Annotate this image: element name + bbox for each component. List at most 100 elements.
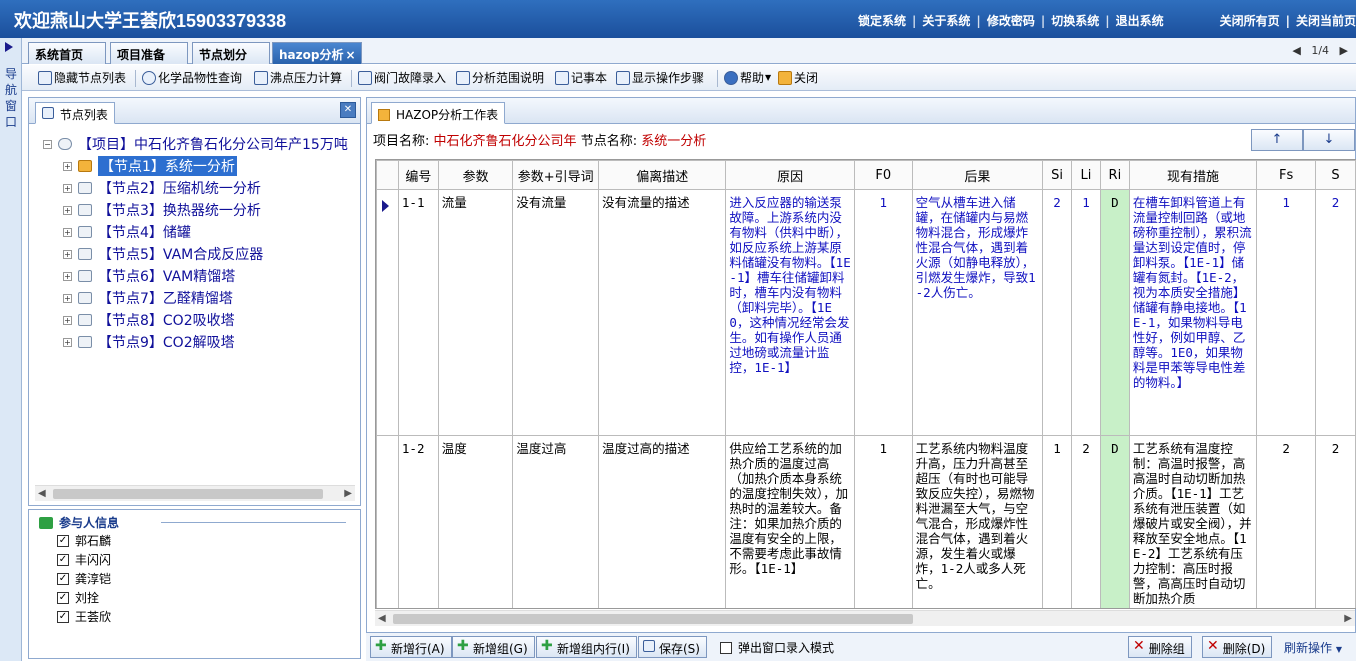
- refresh-menu[interactable]: 刷新操作 ▼: [1284, 639, 1342, 656]
- close-toolbar-button[interactable]: 关闭: [778, 69, 818, 86]
- column-header[interactable]: Si: [1042, 160, 1072, 190]
- row-indicator[interactable]: [376, 189, 399, 436]
- expand-icon[interactable]: +: [63, 271, 72, 281]
- chemical-lookup-button[interactable]: 化学品物性查询: [142, 69, 242, 86]
- save-button[interactable]: 保存(S): [638, 636, 707, 658]
- tab-node-list[interactable]: 节点列表: [35, 102, 115, 124]
- participant-item[interactable]: ✓ 丰闪闪: [57, 551, 111, 568]
- move-down-button[interactable]: ↓: [1303, 129, 1355, 151]
- delete-group-button[interactable]: ✕ 删除组: [1128, 636, 1192, 658]
- cell-desc[interactable]: 没有流量的描述: [598, 189, 727, 436]
- participant-item[interactable]: ✓ 刘拴: [57, 589, 99, 606]
- tab-project-prep[interactable]: 项目准备: [110, 42, 188, 64]
- scroll-right-icon[interactable]: ▶: [344, 488, 352, 499]
- change-password-link[interactable]: 修改密码: [987, 12, 1035, 29]
- cell-ri[interactable]: D: [1099, 435, 1130, 608]
- column-header[interactable]: 原因: [725, 160, 855, 190]
- next-arrow-icon[interactable]: ▶: [1340, 44, 1348, 57]
- tab-node-division[interactable]: 节点划分: [192, 42, 270, 64]
- expand-icon[interactable]: +: [63, 293, 72, 303]
- tree-horizontal-scrollbar[interactable]: ◀ ▶: [35, 485, 355, 501]
- cell-consequence[interactable]: 工艺系统内物料温度升高，压力升高甚至超压（有时也可能导致反应失控），易燃物料泄漏…: [911, 435, 1044, 608]
- cell-li[interactable]: 1: [1071, 189, 1101, 436]
- show-steps-button[interactable]: 显示操作步骤: [616, 69, 704, 86]
- tree-node[interactable]: + 【节点1】系统一分析: [63, 156, 237, 176]
- checkbox-checked[interactable]: ✓: [57, 534, 69, 547]
- scroll-right-icon[interactable]: ▶: [1344, 613, 1352, 624]
- lock-system-link[interactable]: 锁定系统: [858, 12, 906, 29]
- expand-icon[interactable]: +: [63, 315, 72, 325]
- tab-home[interactable]: 系统首页: [28, 42, 106, 64]
- cell-s[interactable]: 2: [1315, 189, 1356, 436]
- tree-node[interactable]: + 【节点2】压缩机统一分析: [63, 178, 261, 198]
- delete-button[interactable]: ✕ 删除(D): [1202, 636, 1273, 658]
- column-header[interactable]: 参数+引导词: [512, 160, 600, 190]
- cell-si[interactable]: 2: [1042, 189, 1072, 436]
- cell-si[interactable]: 1: [1042, 435, 1072, 608]
- checkbox-checked[interactable]: ✓: [57, 553, 69, 566]
- column-header[interactable]: Ri: [1099, 160, 1130, 190]
- cell-f0[interactable]: 1: [853, 189, 913, 436]
- grid-horizontal-scrollbar[interactable]: ◀ ▶: [375, 610, 1355, 626]
- switch-system-link[interactable]: 切换系统: [1051, 12, 1099, 29]
- tree-node[interactable]: + 【节点4】储罐: [63, 222, 191, 242]
- cell-fs[interactable]: 2: [1256, 435, 1317, 608]
- table-row[interactable]: 1-2 温度 温度过高 温度过高的描述 供应给工艺系统的加热介质的温度过高（加热…: [376, 435, 1356, 608]
- collapse-panel-button[interactable]: ✕: [340, 102, 356, 118]
- cell-f0[interactable]: 1: [853, 435, 913, 608]
- close-all-pages-link[interactable]: 关闭所有页: [1220, 14, 1280, 28]
- add-row-in-group-button[interactable]: ✚ 新增组内行(I): [536, 636, 637, 658]
- cell-no[interactable]: 1-2: [397, 435, 439, 608]
- column-header[interactable]: Li: [1071, 160, 1101, 190]
- cell-cause[interactable]: 供应给工艺系统的加热介质的温度过高（加热介质本身系统的温度控制失效），加热时的温…: [725, 435, 855, 608]
- nav-window-strip[interactable]: 导航窗口: [0, 38, 22, 661]
- tab-hazop-analysis[interactable]: hazop分析 ×: [272, 42, 362, 64]
- cell-cause[interactable]: 进入反应器的输送泵故障。上游系统内没有物料（供料中断），如反应系统上游某原料储罐…: [725, 189, 855, 436]
- valve-fault-button[interactable]: 阀门故障录入: [358, 69, 446, 86]
- cell-consequence[interactable]: 空气从槽车进入储罐，在储罐内与易燃物料混合，形成爆炸性混合气体，遇到着火源（如静…: [911, 189, 1044, 436]
- cell-s[interactable]: 2: [1315, 435, 1356, 608]
- scroll-thumb[interactable]: [53, 489, 323, 499]
- close-current-page-link[interactable]: 关闭当前页: [1296, 14, 1356, 28]
- row-indicator[interactable]: [376, 435, 399, 608]
- participant-item[interactable]: ✓ 龚淳铠: [57, 570, 111, 587]
- notepad-button[interactable]: 记事本: [555, 69, 607, 86]
- scroll-left-icon[interactable]: ◀: [378, 613, 386, 624]
- column-header[interactable]: F0: [853, 160, 913, 190]
- popup-mode-checkbox[interactable]: [720, 641, 732, 654]
- popup-mode-option[interactable]: 弹出窗口录入模式: [720, 639, 834, 656]
- cell-li[interactable]: 2: [1071, 435, 1101, 608]
- checkbox-checked[interactable]: ✓: [57, 610, 69, 623]
- tab-hazop-worksheet[interactable]: HAZOP分析工作表: [371, 102, 506, 124]
- hide-node-list-button[interactable]: 隐藏节点列表: [38, 69, 126, 86]
- cell-fs[interactable]: 1: [1256, 189, 1317, 436]
- scope-description-button[interactable]: 分析范围说明: [456, 69, 544, 86]
- cell-no[interactable]: 1-1: [397, 189, 439, 436]
- cell-guide[interactable]: 温度过高: [512, 435, 600, 608]
- expand-icon[interactable]: +: [63, 183, 72, 193]
- cell-ri[interactable]: D: [1099, 189, 1130, 436]
- table-row[interactable]: 1-1 流量 没有流量 没有流量的描述 进入反应器的输送泵故障。上游系统内没有物…: [376, 189, 1356, 436]
- tree-node[interactable]: + 【节点5】VAM合成反应器: [63, 244, 263, 264]
- column-header[interactable]: 编号: [397, 160, 439, 190]
- participant-item[interactable]: ✓ 郭石麟: [57, 532, 111, 549]
- checkbox-checked[interactable]: ✓: [57, 591, 69, 604]
- scroll-thumb[interactable]: [393, 614, 913, 624]
- column-header[interactable]: Fs: [1256, 160, 1317, 190]
- cell-measures[interactable]: 在槽车卸料管道上有流量控制回路（或地磅称重控制），累积流量达到设定值时，停卸料泵…: [1128, 189, 1258, 436]
- cell-measures[interactable]: 工艺系统有温度控制：高温时报警，高高温时自动切断加热介质。【1E-1】工艺系统有…: [1128, 435, 1258, 608]
- tree-node[interactable]: + 【节点6】VAM精馏塔: [63, 266, 235, 286]
- column-header[interactable]: 后果: [911, 160, 1044, 190]
- tree-node[interactable]: + 【节点9】CO2解吸塔: [63, 332, 235, 352]
- prev-arrow-icon[interactable]: ◀: [1292, 44, 1300, 57]
- scroll-left-icon[interactable]: ◀: [38, 488, 46, 499]
- column-header[interactable]: 参数: [437, 160, 514, 190]
- column-header[interactable]: 现有措施: [1128, 160, 1258, 190]
- participant-item[interactable]: ✓ 王荟欣: [57, 608, 111, 625]
- checkbox-checked[interactable]: ✓: [57, 572, 69, 585]
- column-header[interactable]: 偏离描述: [598, 160, 727, 190]
- cell-param[interactable]: 温度: [437, 435, 514, 608]
- expand-icon[interactable]: +: [63, 161, 72, 171]
- move-up-button[interactable]: ↑: [1251, 129, 1303, 151]
- cell-param[interactable]: 流量: [437, 189, 514, 436]
